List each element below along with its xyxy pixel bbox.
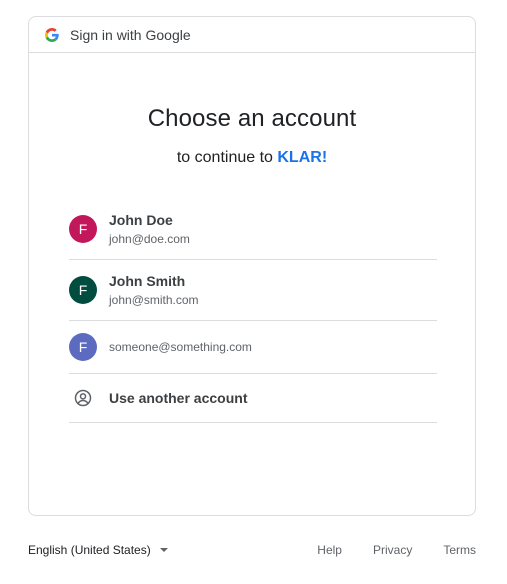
help-link[interactable]: Help — [317, 543, 342, 557]
use-another-account-button[interactable]: Use another account — [69, 374, 437, 423]
terms-link[interactable]: Terms — [443, 543, 476, 557]
subtitle-prefix: to continue to — [176, 149, 278, 166]
page-title: Choose an account — [147, 105, 357, 132]
account-email: someone@something.com — [109, 340, 252, 354]
language-selector[interactable]: English (United States) — [28, 543, 168, 557]
account-text: John Smith john@smith.com — [109, 272, 199, 308]
page-subtitle: to continue to KLAR! — [29, 149, 475, 167]
use-another-account-label: Use another account — [109, 390, 248, 406]
account-row-someone[interactable]: F someone@something.com — [69, 321, 437, 374]
account-text: someone@something.com — [109, 339, 252, 355]
footer-links: Help Privacy Terms — [286, 543, 476, 557]
avatar: F — [69, 333, 97, 361]
card-header: Sign in with Google — [29, 17, 475, 53]
chevron-down-icon — [159, 548, 168, 552]
avatar: F — [69, 276, 97, 304]
language-label: English (United States) — [28, 543, 151, 557]
account-email: john@doe.com — [109, 232, 190, 246]
google-g-icon — [45, 27, 59, 42]
account-row-john-doe[interactable]: F John Doe john@doe.com — [69, 199, 437, 260]
account-list: F John Doe john@doe.com F John Smith joh… — [69, 199, 437, 423]
header-title: Sign in with Google — [70, 26, 191, 43]
account-name: John Doe — [109, 212, 173, 228]
app-name-link[interactable]: KLAR! — [277, 149, 327, 166]
account-row-john-smith[interactable]: F John Smith john@smith.com — [69, 260, 437, 321]
sign-in-card: Sign in with Google Choose an account to… — [28, 16, 476, 516]
avatar: F — [69, 215, 97, 243]
account-circle-icon — [69, 384, 97, 412]
privacy-link[interactable]: Privacy — [373, 543, 412, 557]
footer: English (United States) Help Privacy Ter… — [28, 540, 476, 560]
account-email: john@smith.com — [109, 293, 199, 307]
account-name: John Smith — [109, 273, 186, 289]
account-text: John Doe john@doe.com — [109, 211, 190, 247]
